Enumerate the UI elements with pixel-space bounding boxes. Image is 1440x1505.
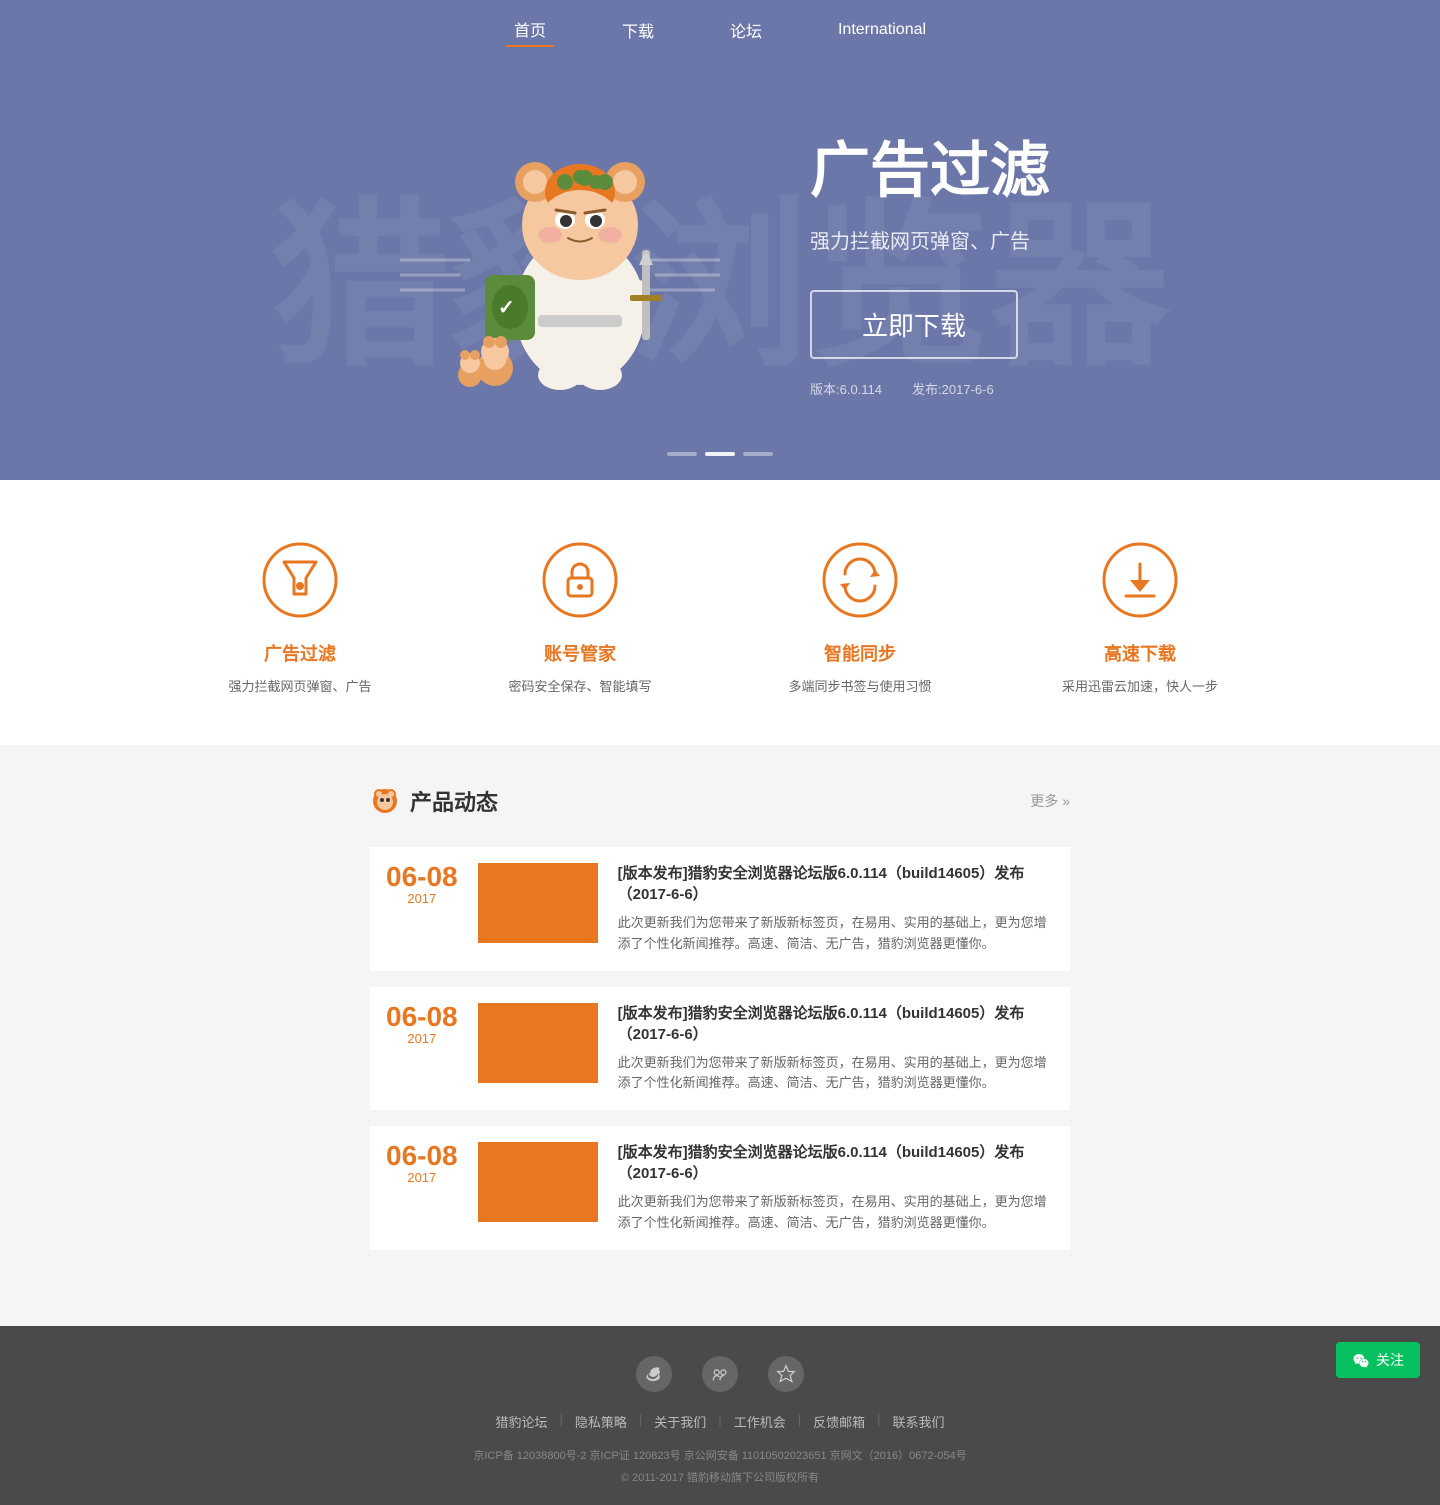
news-year-1: 2017: [386, 1031, 458, 1046]
star-icon[interactable]: [768, 1356, 804, 1392]
news-item-title-2: [版本发布]猎豹安全浏览器论坛版6.0.114（build14605）发布（20…: [618, 1142, 1054, 1184]
slider-dot-3[interactable]: [743, 452, 773, 456]
nav-item-0[interactable]: 首页: [506, 13, 554, 47]
main-nav: 首页 下载 论坛 International: [506, 13, 934, 47]
news-content-1: [版本发布]猎豹安全浏览器论坛版6.0.114（build14605）发布（20…: [618, 1003, 1054, 1095]
footer-link-5[interactable]: 联系我们: [881, 1412, 957, 1431]
feature-icon-fast-download: [1100, 540, 1180, 620]
news-item-title-1: [版本发布]猎豹安全浏览器论坛版6.0.114（build14605）发布（20…: [618, 1003, 1054, 1045]
slider-dot-2[interactable]: [705, 452, 735, 456]
news-day-2: 06-08: [386, 1142, 458, 1170]
bear-icon: [370, 786, 400, 816]
version-label: 版本:6.0.114: [810, 379, 882, 398]
news-content-2: [版本发布]猎豹安全浏览器论坛版6.0.114（build14605）发布（20…: [618, 1142, 1054, 1234]
news-content-0: [版本发布]猎豹安全浏览器论坛版6.0.114（build14605）发布（20…: [618, 863, 1054, 955]
news-title-group: 产品动态: [370, 785, 498, 817]
news-year-2: 2017: [386, 1170, 458, 1185]
news-day-1: 06-08: [386, 1003, 458, 1031]
nav-item-1[interactable]: 下载: [614, 14, 662, 46]
news-date-0: 06-08 2017: [386, 863, 458, 906]
news-date-1: 06-08 2017: [386, 1003, 458, 1046]
footer-link-0[interactable]: 猎豹论坛: [483, 1412, 559, 1431]
news-section-title: 产品动态: [410, 785, 498, 817]
news-item-desc-1: 此次更新我们为您带来了新版新标签页，在易用、实用的基础上，更为您增添了个性化新闻…: [618, 1053, 1054, 1095]
slider-dot-1[interactable]: [667, 452, 697, 456]
news-thumb-2: [478, 1142, 598, 1222]
news-item-title-0: [版本发布]猎豹安全浏览器论坛版6.0.114（build14605）发布（20…: [618, 863, 1054, 905]
feature-icon-ad-filter: [260, 540, 340, 620]
news-item-desc-0: 此次更新我们为您带来了新版新标签页，在易用、实用的基础上，更为您增添了个性化新闻…: [618, 913, 1054, 955]
feature-desc-smart-sync: 多端同步书签与使用习惯: [740, 676, 980, 695]
feature-icon-account-manager: [540, 540, 620, 620]
news-item-0[interactable]: 06-08 2017 [版本发布]猎豹安全浏览器论坛版6.0.114（build…: [370, 847, 1070, 971]
news-section: 产品动态 更多 » 06-08 2017 [版本发布]猎豹安全浏览器论坛版6.0…: [0, 745, 1440, 1326]
feature-desc-fast-download: 采用迅雷云加速，快人一步: [1020, 676, 1260, 695]
footer-copyright: © 2011-2017 猎豹移动旗下公司版权所有: [0, 1469, 1440, 1485]
footer-link-3[interactable]: 工作机会: [722, 1412, 798, 1431]
news-more-button[interactable]: 更多 »: [1030, 791, 1070, 811]
feature-title-ad-filter: 广告过滤: [180, 640, 420, 666]
hero-content: ✓: [390, 120, 1050, 400]
news-thumb-0: [478, 863, 598, 943]
wechat-icon: [1352, 1351, 1370, 1369]
footer-links: 猎豹论坛|隐私策略|关于我们|工作机会|反馈邮箱|联系我们: [0, 1412, 1440, 1431]
slider-dots: [667, 452, 773, 456]
download-button[interactable]: 立即下载: [810, 290, 1018, 359]
features-section: 广告过滤 强力拦截网页弹窗、广告 账号管家 密码安全保存、智能填写 智能同步 多…: [0, 480, 1440, 745]
news-header: 产品动态 更多 »: [370, 785, 1070, 817]
nav-item-2[interactable]: 论坛: [722, 14, 770, 46]
news-list: 06-08 2017 [版本发布]猎豹安全浏览器论坛版6.0.114（build…: [370, 847, 1070, 1250]
hero-section: 猎豹浏览器: [0, 60, 1440, 480]
news-year-0: 2017: [386, 891, 458, 906]
weibo-icon[interactable]: [636, 1356, 672, 1392]
feature-desc-ad-filter: 强力拦截网页弹窗、广告: [180, 676, 420, 695]
hero-subtitle: 强力拦截网页弹窗、广告: [810, 225, 1050, 254]
footer-link-1[interactable]: 隐私策略: [563, 1412, 639, 1431]
hero-title: 广告过滤: [810, 122, 1050, 209]
header: 首页 下载 论坛 International: [0, 0, 1440, 60]
feature-item-smart-sync: 智能同步 多端同步书签与使用习惯: [720, 540, 1000, 695]
footer-icp: 京ICP备 12038800号-2 京ICP证 120823号 京公网安备 11…: [0, 1447, 1440, 1463]
renren-icon[interactable]: [702, 1356, 738, 1392]
wechat-label: 关注: [1376, 1350, 1404, 1370]
hero-meta: 版本:6.0.114 发布:2017-6-6: [810, 379, 1050, 398]
feature-title-account-manager: 账号管家: [460, 640, 700, 666]
feature-item-account-manager: 账号管家 密码安全保存、智能填写: [440, 540, 720, 695]
feature-desc-account-manager: 密码安全保存、智能填写: [460, 676, 700, 695]
news-item-1[interactable]: 06-08 2017 [版本发布]猎豹安全浏览器论坛版6.0.114（build…: [370, 987, 1070, 1111]
feature-icon-smart-sync: [820, 540, 900, 620]
release-label: 发布:2017-6-6: [912, 379, 994, 398]
feature-item-fast-download: 高速下载 采用迅雷云加速，快人一步: [1000, 540, 1280, 695]
feature-title-fast-download: 高速下载: [1020, 640, 1260, 666]
news-thumb-1: [478, 1003, 598, 1083]
news-item-2[interactable]: 06-08 2017 [版本发布]猎豹安全浏览器论坛版6.0.114（build…: [370, 1126, 1070, 1250]
footer-link-4[interactable]: 反馈邮箱: [801, 1412, 877, 1431]
mascot: ✓: [390, 120, 730, 400]
svg-text:✓: ✓: [498, 297, 515, 319]
feature-item-ad-filter: 广告过滤 强力拦截网页弹窗、广告: [160, 540, 440, 695]
feature-title-smart-sync: 智能同步: [740, 640, 980, 666]
footer-social: [0, 1356, 1440, 1392]
news-item-desc-2: 此次更新我们为您带来了新版新标签页，在易用、实用的基础上，更为您增添了个性化新闻…: [618, 1192, 1054, 1234]
news-date-2: 06-08 2017: [386, 1142, 458, 1185]
hero-text-block: 广告过滤 强力拦截网页弹窗、广告 立即下载 版本:6.0.114 发布:2017…: [810, 122, 1050, 398]
footer: 猎豹论坛|隐私策略|关于我们|工作机会|反馈邮箱|联系我们 京ICP备 1203…: [0, 1326, 1440, 1505]
footer-link-2[interactable]: 关于我们: [642, 1412, 718, 1431]
nav-item-3[interactable]: International: [830, 17, 934, 43]
wechat-follow-button[interactable]: 关注: [1336, 1342, 1420, 1378]
news-day-0: 06-08: [386, 863, 458, 891]
